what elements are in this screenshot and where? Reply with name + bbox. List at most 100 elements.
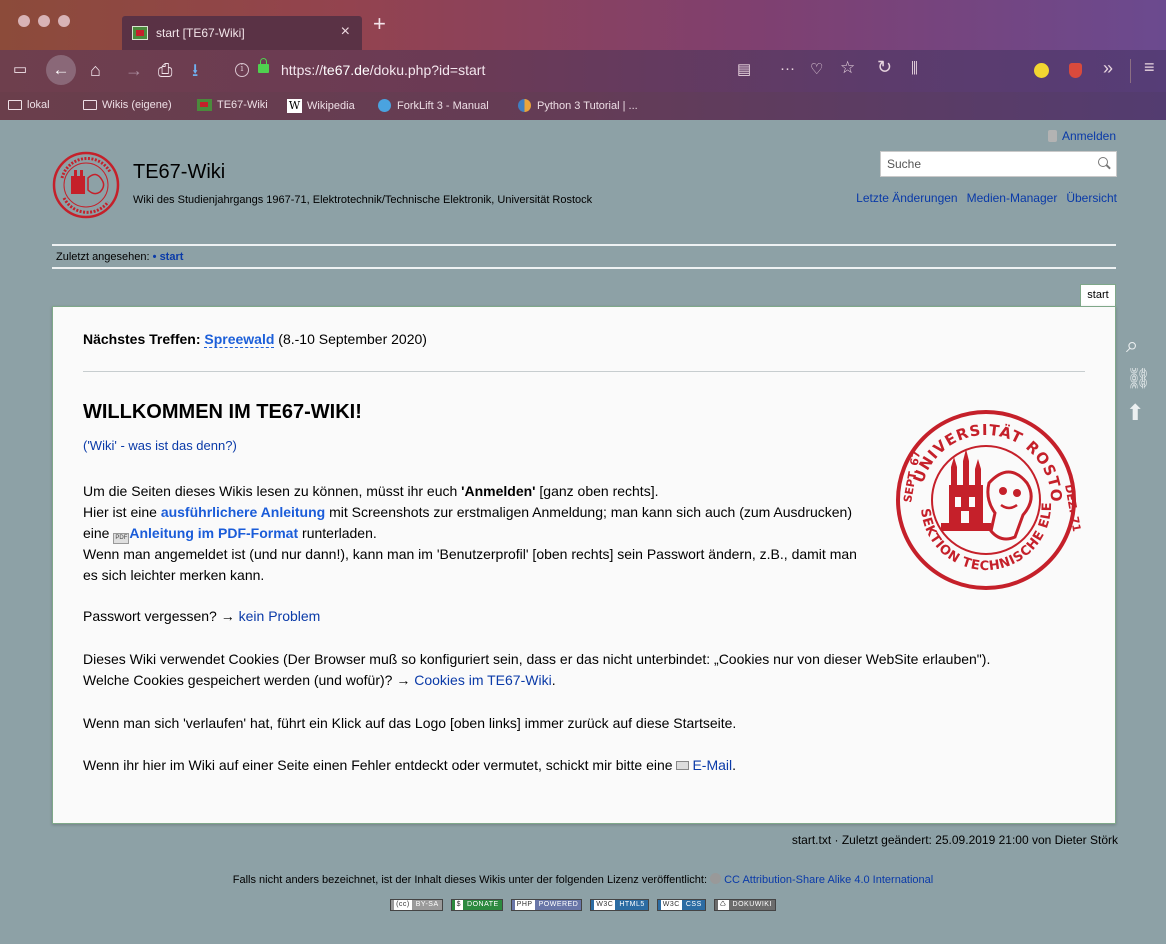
site-tools-nav: Letzte Änderungen Medien-Manager Übersicht	[847, 191, 1117, 205]
new-tab-button[interactable]: +	[373, 13, 386, 35]
search-icon[interactable]	[1098, 157, 1108, 167]
badge-w3c-css[interactable]: W3C CSS	[656, 899, 706, 911]
breadcrumb-rule	[52, 267, 1116, 269]
user-icon	[1047, 130, 1057, 142]
minimize-window-button[interactable]	[38, 15, 50, 27]
breadcrumb-start-link[interactable]: start	[160, 251, 184, 263]
print-icon[interactable]: ⎙	[158, 59, 172, 81]
email-link[interactable]: E-Mail	[692, 757, 732, 773]
error-report: Wenn ihr hier im Wiki auf einer Seite ei…	[83, 757, 737, 773]
wiki-tagline: Wiki des Studienjahrgangs 1967-71, Elekt…	[133, 194, 593, 206]
header-rule	[52, 244, 1116, 246]
back-button[interactable]: ←	[46, 55, 76, 85]
seal-right-text: DEZ. 71	[1062, 483, 1081, 532]
anmelden-text: 'Anmelden'	[461, 483, 536, 499]
tab-title: start [TE67-Wiki]	[156, 26, 245, 40]
breadcrumb-label: Zuletzt angesehen:	[56, 251, 150, 263]
license-notice: Falls nicht anders bezeichnet, ist der I…	[232, 873, 934, 886]
zoom-window-button[interactable]	[58, 15, 70, 27]
url-scheme: https://	[281, 62, 324, 78]
content-divider	[83, 371, 1085, 372]
badge-donate[interactable]: $ DONATE	[450, 899, 503, 911]
browser-toolbar: ▭ ← ⌂ → ⎙ ⭳ i https://te67.de/doku.php?i…	[0, 50, 1166, 92]
footer-badges: (cc) BY-SA $ DONATE PHP POWERED W3C HTML5 W3…	[0, 899, 1166, 911]
te67-favicon-icon	[132, 26, 148, 40]
bookmark-wikis-eigene[interactable]: Wikis (eigene)	[83, 99, 172, 111]
lost-hint: Wenn man sich 'verlaufen' hat, führt ein…	[83, 715, 737, 731]
forward-icon[interactable]: →	[125, 59, 143, 81]
bookmark-forklift[interactable]: ForkLift 3 - Manual	[378, 99, 489, 112]
pdf-icon: PDF	[113, 533, 130, 544]
lock-icon[interactable]	[258, 58, 269, 73]
bookmark-wikipedia[interactable]: W Wikipedia	[287, 99, 355, 113]
url-bar[interactable]: https://te67.de/doku.php?id=start	[281, 62, 485, 78]
sitemap-link[interactable]: Übersicht	[1066, 191, 1117, 205]
recent-changes-link[interactable]: Letzte Änderungen	[856, 191, 957, 205]
page-actions-icon[interactable]: ···	[780, 60, 795, 77]
login-label: Anmelden	[1061, 129, 1116, 143]
bookmark-python-tutorial[interactable]: Python 3 Tutorial | ...	[518, 99, 638, 112]
bookmark-te67-wiki[interactable]: TE67-Wiki	[197, 99, 268, 111]
login-instructions: Um die Seiten dieses Wikis lesen zu könn…	[83, 483, 857, 583]
site-info-icon[interactable]: i	[235, 63, 249, 77]
url-path: /doku.php?id=start	[369, 62, 486, 78]
cc-icon	[710, 873, 722, 884]
badge-php-powered[interactable]: PHP POWERED	[510, 899, 583, 911]
badge-cc-by-sa[interactable]: (cc) BY-SA	[390, 899, 443, 911]
toolbar-separator	[1130, 59, 1131, 83]
download-icon[interactable]: ⭳	[192, 59, 198, 81]
profile-hint: Wenn man angemeldet ist (und nur dann!),…	[83, 546, 857, 583]
password-help-link[interactable]: kein Problem	[239, 608, 321, 624]
url-host: te67.de	[323, 62, 370, 78]
library-icon[interactable]: ⫼	[911, 60, 918, 77]
wiki-page: Anmelden Letzte Änderungen Medien-Manager…	[0, 120, 1166, 944]
search-input[interactable]	[880, 151, 1117, 177]
browser-tab-bar: start [TE67-Wiki] × +	[0, 0, 1166, 50]
password-forgotten: Passwort vergessen? → kein Problem	[83, 608, 321, 624]
login-link[interactable]: Anmelden	[1047, 129, 1116, 143]
backlinks-icon[interactable]: ⛓	[1126, 366, 1151, 391]
page-id-tab: start	[1080, 284, 1116, 306]
cookie-notice: Dieses Wiki verwendet Cookies (Der Brows…	[83, 651, 991, 688]
wikipedia-icon: W	[287, 99, 302, 113]
meeting-date: (8.-10 September 2020)	[278, 331, 427, 347]
search-tool-icon[interactable]: ⌕	[1126, 332, 1138, 358]
breadcrumb: Zuletzt angesehen: • start	[56, 251, 183, 263]
badge-w3c-html5[interactable]: W3C HTML5	[590, 899, 649, 911]
university-seal-image: UNIVERSITÄT ROSTOCK SEKTION TECHNISCHE E…	[891, 405, 1081, 590]
detailed-guide-link[interactable]: ausführlichere Anleitung	[161, 504, 325, 520]
te67-favicon-icon	[197, 99, 212, 111]
bookmark-lokal[interactable]: lokal	[8, 99, 50, 111]
cookies-link[interactable]: Cookies im TE67-Wiki	[414, 672, 551, 688]
spreewald-link[interactable]: Spreewald	[204, 331, 275, 348]
wiki-title[interactable]: TE67-Wiki	[133, 161, 225, 184]
browser-tab-active[interactable]: start [TE67-Wiki] ×	[122, 16, 362, 50]
media-manager-link[interactable]: Medien-Manager	[967, 191, 1058, 205]
pocket-icon[interactable]: ♡	[810, 60, 823, 78]
badge-dokuwiki[interactable]: ♺ DOKUWIKI	[713, 899, 776, 911]
breadcrumb-separator: •	[152, 251, 157, 263]
reload-icon[interactable]: ↻	[877, 57, 892, 78]
python-icon	[518, 99, 531, 112]
tab-close-icon[interactable]: ×	[341, 23, 350, 41]
welcome-heading: WILLKOMMEN IM TE67-WIKI!	[83, 401, 362, 423]
what-is-wiki-link[interactable]: ('Wiki' - was ist das denn?)	[83, 438, 237, 453]
close-window-button[interactable]	[18, 15, 30, 27]
bookmark-star-icon[interactable]: ☆	[840, 58, 855, 78]
extension-shield-icon[interactable]	[1069, 63, 1082, 78]
license-link[interactable]: CC Attribution-Share Alike 4.0 Internati…	[724, 874, 933, 886]
hamburger-menu-icon[interactable]: ≡	[1144, 57, 1155, 78]
sidebar-icon[interactable]: ▭	[13, 59, 27, 81]
back-to-top-icon[interactable]: ⬆	[1126, 400, 1144, 426]
pdf-guide-link[interactable]: Anleitung im PDF-Format	[129, 525, 298, 541]
reader-view-icon[interactable]: ▤	[737, 60, 751, 78]
mail-icon	[676, 761, 690, 770]
wiki-logo[interactable]	[50, 148, 126, 220]
extension-yellow-icon[interactable]	[1034, 63, 1049, 78]
folder-icon	[83, 100, 97, 110]
home-icon[interactable]: ⌂	[90, 59, 101, 81]
overflow-icon[interactable]: »	[1103, 58, 1113, 79]
last-modified-info: start.txt · Zuletzt geändert: 25.09.2019…	[791, 833, 1118, 847]
next-meeting: Nächstes Treffen: Spreewald (8.-10 Septe…	[83, 331, 427, 348]
bookmarks-bar: lokal Wikis (eigene) TE67-Wiki W Wikipedi…	[0, 92, 1166, 120]
